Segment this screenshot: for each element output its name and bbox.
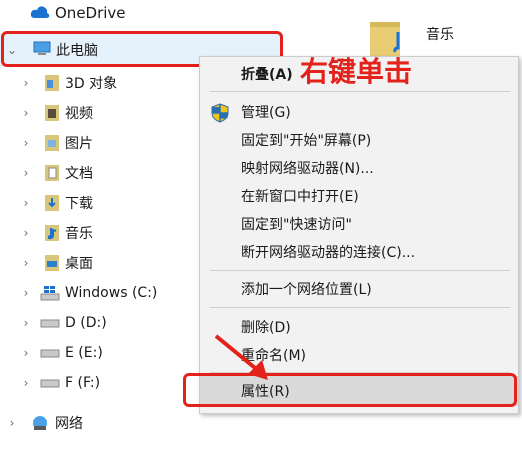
menu-separator [210,270,510,271]
menu-item-pin-start[interactable]: 固定到"开始"屏幕(P) [200,126,518,154]
chevron-right-icon[interactable]: › [6,416,18,430]
chevron-right-icon[interactable]: › [20,76,32,90]
nav-label-item: 音乐 [65,226,93,242]
drive-icon [40,347,60,365]
menu-item-manage[interactable]: 管理(G) [200,98,518,126]
nav-label-item: 桌面 [65,256,93,272]
chevron-right-icon[interactable]: › [20,196,32,210]
menu-separator [210,91,510,92]
right-click-annotation-text: 右键单击 [300,55,413,88]
menu-item-open-new-window[interactable]: 在新窗口中打开(E) [200,182,518,210]
drive-icon [40,317,60,335]
nav-label-onedrive: OneDrive [55,4,126,22]
menu-item-map-drive[interactable]: 映射网络驱动器(N)... [200,154,518,182]
nav-label-item: Windows (C:) [65,285,158,301]
annotation-arrow [214,334,268,380]
documents-icon [44,164,62,182]
onedrive-cloud-icon [30,5,50,23]
pictures-icon [44,134,62,152]
chevron-right-icon[interactable]: › [20,256,32,270]
menu-item-add-network-location[interactable]: 添加一个网络位置(L) [200,275,518,303]
menu-item-disconnect-drive[interactable]: 断开网络驱动器的连接(C)... [200,238,518,266]
menu-item-pin-quick-access[interactable]: 固定到"快速访问" [200,210,518,238]
chevron-right-icon[interactable]: › [20,346,32,360]
nav-label-item: 视频 [65,106,93,122]
nav-label-item: D (D:) [65,315,107,331]
menu-separator [210,307,510,308]
nav-label-item: 下载 [65,196,93,212]
nav-label-network: 网络 [55,416,83,432]
3d-objects-icon [44,74,62,92]
downloads-icon [44,194,62,212]
chevron-right-icon[interactable]: › [20,376,32,390]
nav-label-item: F (F:) [65,375,101,391]
music-icon [44,224,62,242]
chevron-right-icon[interactable]: › [20,106,32,120]
chevron-right-icon[interactable]: › [20,166,32,180]
chevron-right-icon[interactable]: › [20,136,32,150]
nav-label-item: 文档 [65,166,93,182]
videos-icon [44,104,62,122]
chevron-right-icon[interactable]: › [20,226,32,240]
drive-icon [40,377,60,395]
nav-label-item: E (E:) [65,345,103,361]
shield-icon [211,103,229,127]
chevron-right-icon[interactable]: › [20,286,32,300]
nav-label-item: 3D 对象 [65,76,118,92]
windows-drive-icon [40,285,60,303]
nav-label-item: 图片 [65,136,93,152]
chevron-right-icon[interactable]: › [20,316,32,330]
nav-item-onedrive[interactable]: OneDrive [0,0,290,28]
desktop-icon [44,254,62,272]
network-icon [30,414,48,432]
music-folder-label: 音乐 [426,27,454,43]
